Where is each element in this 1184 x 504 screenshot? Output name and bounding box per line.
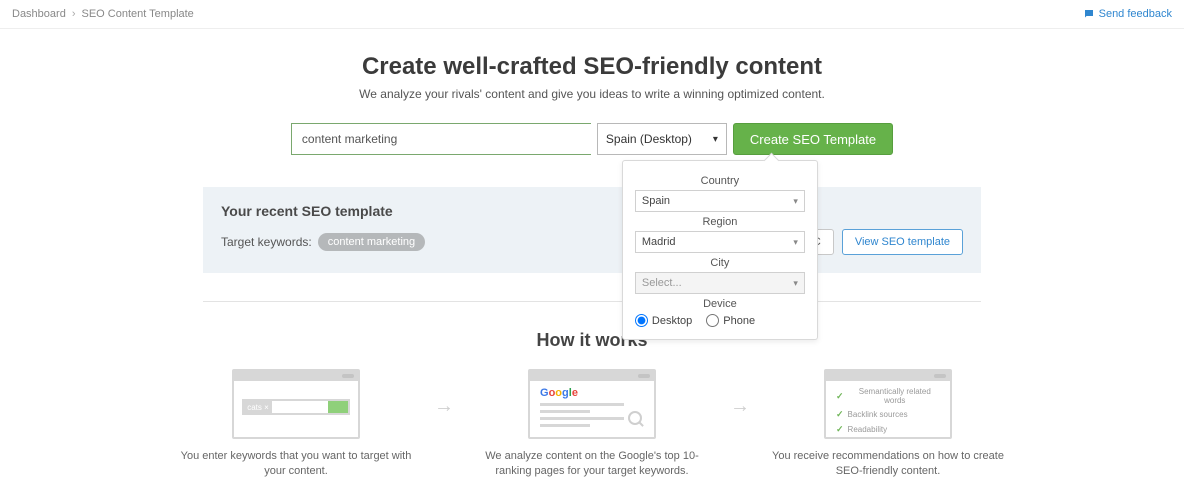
triangle-down-icon: ▾ <box>793 237 798 248</box>
how-step-3: ✓ Semantically related words ✓ Backlink so… <box>768 369 1008 480</box>
device-desktop-option[interactable]: Desktop <box>635 314 692 327</box>
chevron-right-icon: › <box>72 8 76 20</box>
check-icon: ✓ <box>836 424 844 435</box>
city-placeholder: Select... <box>642 277 682 289</box>
locale-select-label: Spain (Desktop) <box>606 132 692 146</box>
magnifier-icon <box>628 411 646 429</box>
rec-item: Semantically related words <box>848 387 942 405</box>
recent-heading: Your recent SEO template <box>221 203 963 219</box>
check-icon: ✓ <box>836 409 844 420</box>
keyword-chip-icon: cats × <box>244 401 272 413</box>
keyword-tag: content marketing <box>318 233 425 251</box>
google-logo-icon: Google <box>540 387 578 399</box>
device-label: Device <box>635 298 805 310</box>
illustration-enter-keywords: cats × <box>232 369 360 439</box>
breadcrumb: Dashboard › SEO Content Template <box>12 8 194 20</box>
check-icon: ✓ <box>836 391 844 402</box>
triangle-down-icon: ▾ <box>793 278 798 289</box>
city-select[interactable]: Select... ▾ <box>635 272 805 294</box>
arrow-right-icon: → <box>730 395 750 418</box>
how-step-1-text: You enter keywords that you want to targ… <box>176 449 416 480</box>
region-value: Madrid <box>642 236 676 248</box>
device-phone-label: Phone <box>723 315 755 327</box>
locale-select-trigger[interactable]: Spain (Desktop) ▾ Country Spain ▾ Region… <box>597 123 727 155</box>
device-phone-radio[interactable] <box>706 314 719 327</box>
locale-popover: Country Spain ▾ Region Madrid ▾ City Sel… <box>622 160 818 340</box>
go-button-icon <box>328 401 348 413</box>
target-keywords-label: Target keywords: <box>221 235 312 249</box>
rec-item: Backlink sources <box>848 410 908 419</box>
chat-icon <box>1083 8 1095 20</box>
chevron-down-icon: ▾ <box>713 134 718 145</box>
how-step-2: Google We analyze content on the Google'… <box>472 369 712 480</box>
device-desktop-radio[interactable] <box>635 314 648 327</box>
page-subtitle: We analyze your rivals' content and give… <box>0 87 1184 101</box>
how-step-3-text: You receive recommendations on how to cr… <box>768 449 1008 480</box>
section-divider <box>203 301 981 302</box>
how-it-works-title: How it works <box>0 330 1184 351</box>
keyword-input[interactable] <box>291 123 591 155</box>
rec-item: Readability <box>848 425 888 434</box>
recent-template-panel: Your recent SEO template Target keywords… <box>203 187 981 273</box>
region-select[interactable]: Madrid ▾ <box>635 231 805 253</box>
how-step-2-text: We analyze content on the Google's top 1… <box>472 449 712 480</box>
page-title: Create well-crafted SEO-friendly content <box>0 53 1184 81</box>
illustration-analyze-google: Google <box>528 369 656 439</box>
region-label: Region <box>635 216 805 228</box>
illustration-recommendations: ✓ Semantically related words ✓ Backlink so… <box>824 369 952 439</box>
device-phone-option[interactable]: Phone <box>706 314 755 327</box>
breadcrumb-seo-content-template[interactable]: SEO Content Template <box>82 8 194 20</box>
device-desktop-label: Desktop <box>652 315 692 327</box>
send-feedback-label: Send feedback <box>1099 8 1172 20</box>
view-seo-template-button[interactable]: View SEO template <box>842 229 963 255</box>
triangle-down-icon: ▾ <box>793 196 798 207</box>
city-label: City <box>635 257 805 269</box>
create-seo-template-button[interactable]: Create SEO Template <box>733 123 893 155</box>
arrow-right-icon: → <box>434 395 454 418</box>
breadcrumb-dashboard[interactable]: Dashboard <box>12 8 66 20</box>
create-template-form: Spain (Desktop) ▾ Country Spain ▾ Region… <box>0 123 1184 155</box>
country-value: Spain <box>642 195 670 207</box>
send-feedback-link[interactable]: Send feedback <box>1083 8 1172 20</box>
how-step-1: cats × You enter keywords that you want … <box>176 369 416 480</box>
country-label: Country <box>635 175 805 187</box>
country-select[interactable]: Spain ▾ <box>635 190 805 212</box>
